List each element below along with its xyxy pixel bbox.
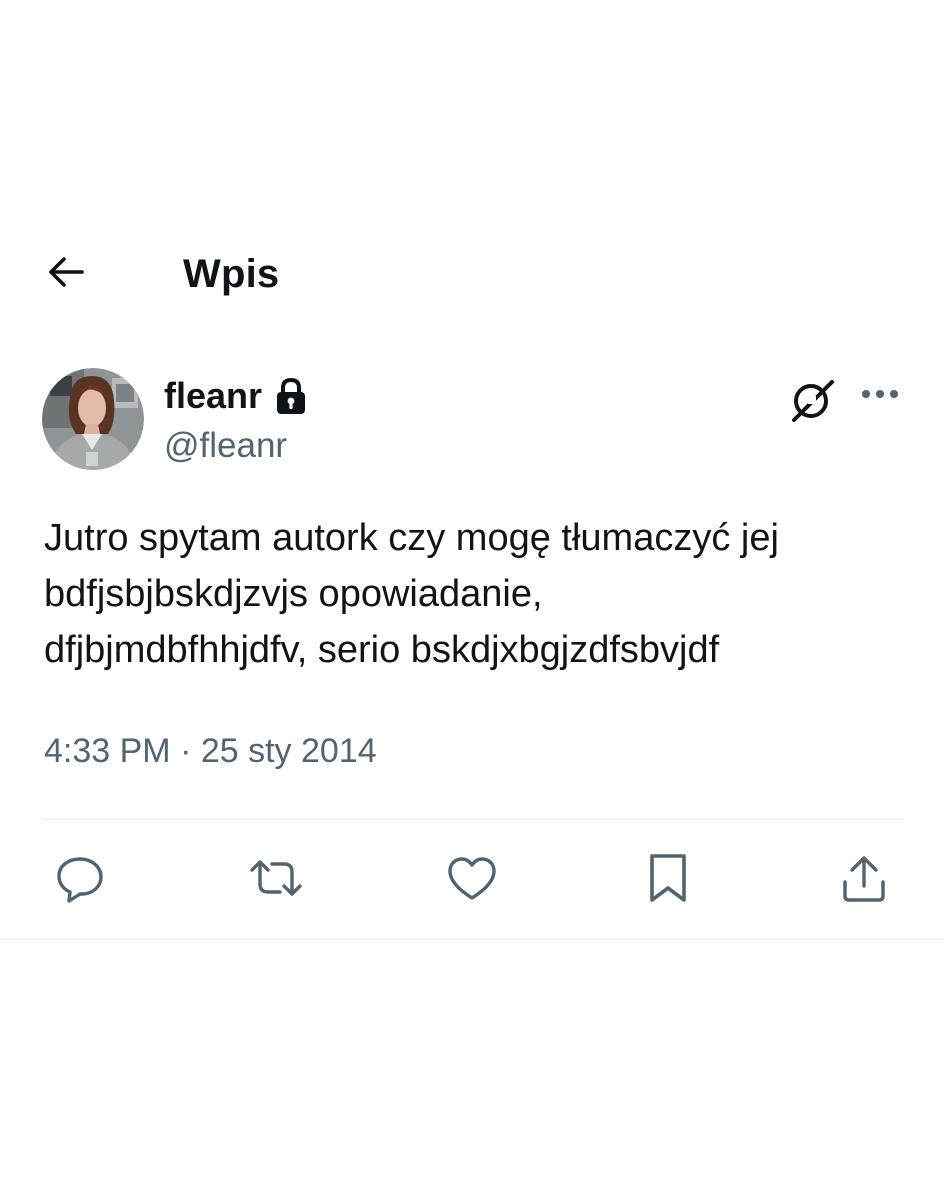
more-horizontal-icon [860, 387, 900, 405]
share-button[interactable] [834, 850, 894, 910]
retweet-button[interactable] [246, 850, 306, 910]
tweet-time[interactable]: 4:33 PM [44, 732, 171, 770]
grok-icon [788, 376, 836, 429]
user-handle[interactable]: @fleanr [164, 424, 287, 468]
reply-icon [54, 852, 106, 909]
avatar[interactable] [42, 368, 144, 470]
like-button[interactable] [442, 850, 502, 910]
meta-separator: · [170, 732, 201, 770]
display-name: fleanr [164, 375, 263, 416]
tweet-actions-bar [0, 840, 944, 920]
arrow-left-icon [46, 255, 86, 294]
divider [42, 818, 904, 820]
page-title: Wpis [183, 252, 280, 296]
heart-icon [446, 854, 498, 907]
top-bar: Wpis [0, 236, 944, 312]
grok-button[interactable] [786, 376, 838, 428]
bottom-divider [0, 938, 944, 940]
tweet-date[interactable]: 25 sty 2014 [201, 732, 377, 770]
tweet-author: fleanr @fleanr [42, 368, 902, 472]
reply-button[interactable] [50, 850, 110, 910]
retweet-icon [248, 854, 304, 907]
tweet-text: Jutro spytam autork czy mogę tłumaczyć j… [44, 517, 779, 671]
display-name-link[interactable]: fleanr [164, 372, 308, 420]
more-options-button[interactable] [854, 376, 906, 416]
lock-icon [274, 376, 308, 416]
tweet-timestamp: 4:33 PM · 25 sty 2014 [44, 728, 377, 774]
bookmark-button[interactable] [638, 850, 698, 910]
bookmark-icon [646, 852, 690, 909]
share-icon [840, 852, 888, 909]
back-button[interactable] [40, 252, 92, 296]
